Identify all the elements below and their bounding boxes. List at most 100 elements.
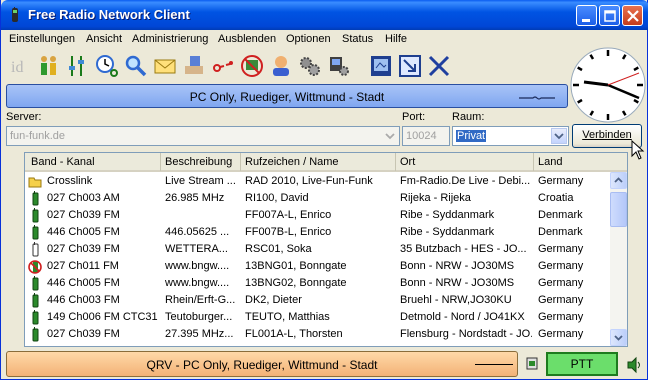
- cell-land: Germany: [538, 175, 584, 187]
- table-header: Band - Kanal Beschreibung Rufzeichen / N…: [25, 153, 627, 172]
- toolbar-mail-button[interactable]: [151, 52, 179, 80]
- toolbar-exit-button[interactable]: [425, 52, 453, 80]
- cell-rufzeichen: FF007A-L, Enrico: [245, 209, 332, 221]
- room-dropdown-button[interactable]: [551, 128, 567, 144]
- close-button[interactable]: [622, 5, 643, 26]
- person-icon: [273, 56, 289, 76]
- connect-button-label: Verbinden: [582, 129, 632, 141]
- column-header-band[interactable]: Band - Kanal: [25, 153, 161, 171]
- title-bar[interactable]: Free Radio Network Client: [1, 0, 648, 30]
- table-row[interactable]: 027 Ch011 FM www.bngw.... 13BNG01, Bonngat…: [25, 258, 610, 275]
- toolbar-users-button[interactable]: [180, 52, 208, 80]
- toolbar-arrow-button[interactable]: [396, 52, 424, 80]
- folder-icon: [28, 174, 42, 189]
- handset-icon: [28, 327, 42, 342]
- chevron-up-icon: [614, 177, 623, 183]
- menu-ansicht[interactable]: Ansicht: [86, 33, 122, 45]
- maximize-button[interactable]: [599, 5, 620, 26]
- cell-land: Germany: [538, 294, 584, 306]
- port-field[interactable]: 10024: [402, 126, 450, 146]
- cell-ort: Flensburg - Nordstadt - JO...: [400, 328, 532, 340]
- cell-beschreibung: 446.05625 ...: [165, 226, 230, 238]
- column-header-beschreibung[interactable]: Beschreibung: [161, 153, 241, 171]
- menu-status[interactable]: Status: [342, 33, 373, 45]
- cell-beschreibung: WETTERA...: [165, 243, 228, 255]
- menu-optionen[interactable]: Optionen: [286, 33, 331, 45]
- cell-land: Germany: [538, 260, 584, 272]
- toolbar-computer-settings-button[interactable]: [325, 52, 353, 80]
- table-row[interactable]: 446 Ch005 FM www.bngw.... 13BNG02, Bonngat…: [25, 275, 610, 292]
- server-dropdown-button[interactable]: [382, 128, 398, 144]
- table-row[interactable]: 446 Ch005 FM 446.05625 ... FF007B-L, Enric…: [25, 224, 610, 241]
- chevron-down-icon: [614, 335, 623, 341]
- toolbar-search-button[interactable]: [122, 52, 150, 80]
- app-window: Free Radio Network Client Einstellungen …: [0, 0, 648, 380]
- column-header-ort[interactable]: Ort: [396, 153, 534, 171]
- scroll-up-button[interactable]: [610, 172, 627, 189]
- table-row[interactable]: 027 Ch039 FM FF007A-L, Enrico Ribe - Sydda…: [25, 207, 610, 224]
- table-row[interactable]: 027 Ch039 FM WETTERA... RSC01, Soka 35 Butz…: [25, 241, 610, 258]
- column-header-land[interactable]: Land: [534, 153, 627, 171]
- server-value: fun-funk.de: [10, 130, 66, 142]
- toolbar-link-button[interactable]: [209, 52, 237, 80]
- cell-beschreibung: www.bngw....: [165, 277, 230, 289]
- menu-hilfe[interactable]: Hilfe: [385, 33, 407, 45]
- table-row[interactable]: Crosslink Live Stream ... RAD 2010, Live-F…: [25, 173, 610, 190]
- no-monitor-icon: [241, 55, 263, 77]
- column-header-rufzeichen[interactable]: Rufzeichen / Name: [241, 153, 396, 171]
- cell-ort: Ribe - Syddanmark: [400, 226, 495, 238]
- cell-beschreibung: Teutoburger...: [165, 311, 233, 323]
- toolbar-settings-button[interactable]: [296, 52, 324, 80]
- toolbar-id-button[interactable]: id: [6, 52, 34, 80]
- cell-beschreibung: Live Stream ...: [165, 175, 236, 187]
- table-scrollbar[interactable]: [610, 172, 627, 346]
- table-row[interactable]: 027 Ch039 FM 27.395 MHz... FL001A-L, Thors…: [25, 326, 610, 343]
- cell-band: 027 Ch039 FM: [47, 328, 120, 340]
- toolbar-screen-button[interactable]: [367, 52, 395, 80]
- cell-band: 027 Ch011 FM: [47, 260, 119, 272]
- menu-administrierung[interactable]: Administrierung: [132, 33, 208, 45]
- table-row[interactable]: 149 Ch006 FM CTC31 Teutoburger... TEUTO, M…: [25, 309, 610, 326]
- cell-beschreibung: www.bngw....: [165, 260, 230, 272]
- id-icon: id: [11, 59, 23, 76]
- room-label: Raum:: [452, 111, 485, 123]
- status-bar: QRV - PC Only, Ruediger, Wittmund - Stad…: [6, 351, 518, 377]
- toolbar-people-button[interactable]: [35, 52, 63, 80]
- people-icon: [41, 56, 56, 75]
- port-value: 10024: [406, 130, 437, 142]
- menu-einstellungen[interactable]: Einstellungen: [9, 33, 75, 45]
- cell-band: 027 Ch003 AM: [47, 192, 120, 204]
- cell-beschreibung: 26.985 MHz: [165, 192, 225, 204]
- handset-icon: [28, 208, 42, 223]
- toolbar-clock-button[interactable]: [93, 52, 121, 80]
- cell-land: Germany: [538, 328, 584, 340]
- app-icon: [12, 7, 18, 22]
- cell-ort: 35 Butzbach - HES - JO...: [400, 243, 527, 255]
- cell-ort: Fm-Radio.De Live - Debi...: [400, 175, 531, 187]
- scroll-thumb[interactable]: [610, 192, 627, 227]
- maximize-icon: [604, 10, 616, 22]
- chevron-down-icon: [554, 133, 564, 140]
- minimize-icon: [582, 19, 590, 22]
- server-combobox[interactable]: fun-funk.de: [6, 126, 400, 146]
- minimize-button[interactable]: [576, 5, 597, 26]
- room-combobox[interactable]: Privat: [452, 126, 569, 146]
- mic-icon[interactable]: [524, 356, 540, 372]
- table-row[interactable]: 446 Ch003 FM Rhein/Erft-G... DK2, Dieter Br…: [25, 292, 610, 309]
- status-line: [475, 364, 513, 365]
- toolbar-person-button[interactable]: [267, 52, 295, 80]
- speaker-icon[interactable]: [625, 356, 643, 374]
- scroll-down-button[interactable]: [610, 329, 627, 346]
- cell-land: Denmark: [538, 226, 583, 238]
- table-row[interactable]: 027 Ch003 AM 26.985 MHz RI100, David Rijeka…: [25, 190, 610, 207]
- handset-icon: [28, 310, 42, 325]
- ptt-button[interactable]: PTT: [546, 352, 618, 376]
- analog-clock: [570, 47, 646, 123]
- cell-band: 027 Ch039 FM: [47, 209, 120, 221]
- toolbar-equalizer-button[interactable]: [64, 52, 92, 80]
- mail-icon: [154, 59, 176, 74]
- cell-rufzeichen: DK2, Dieter: [245, 294, 302, 306]
- menu-ausblenden[interactable]: Ausblenden: [218, 33, 276, 45]
- toolbar-block-button[interactable]: [238, 52, 266, 80]
- cell-rufzeichen: FL001A-L, Thorsten: [245, 328, 343, 340]
